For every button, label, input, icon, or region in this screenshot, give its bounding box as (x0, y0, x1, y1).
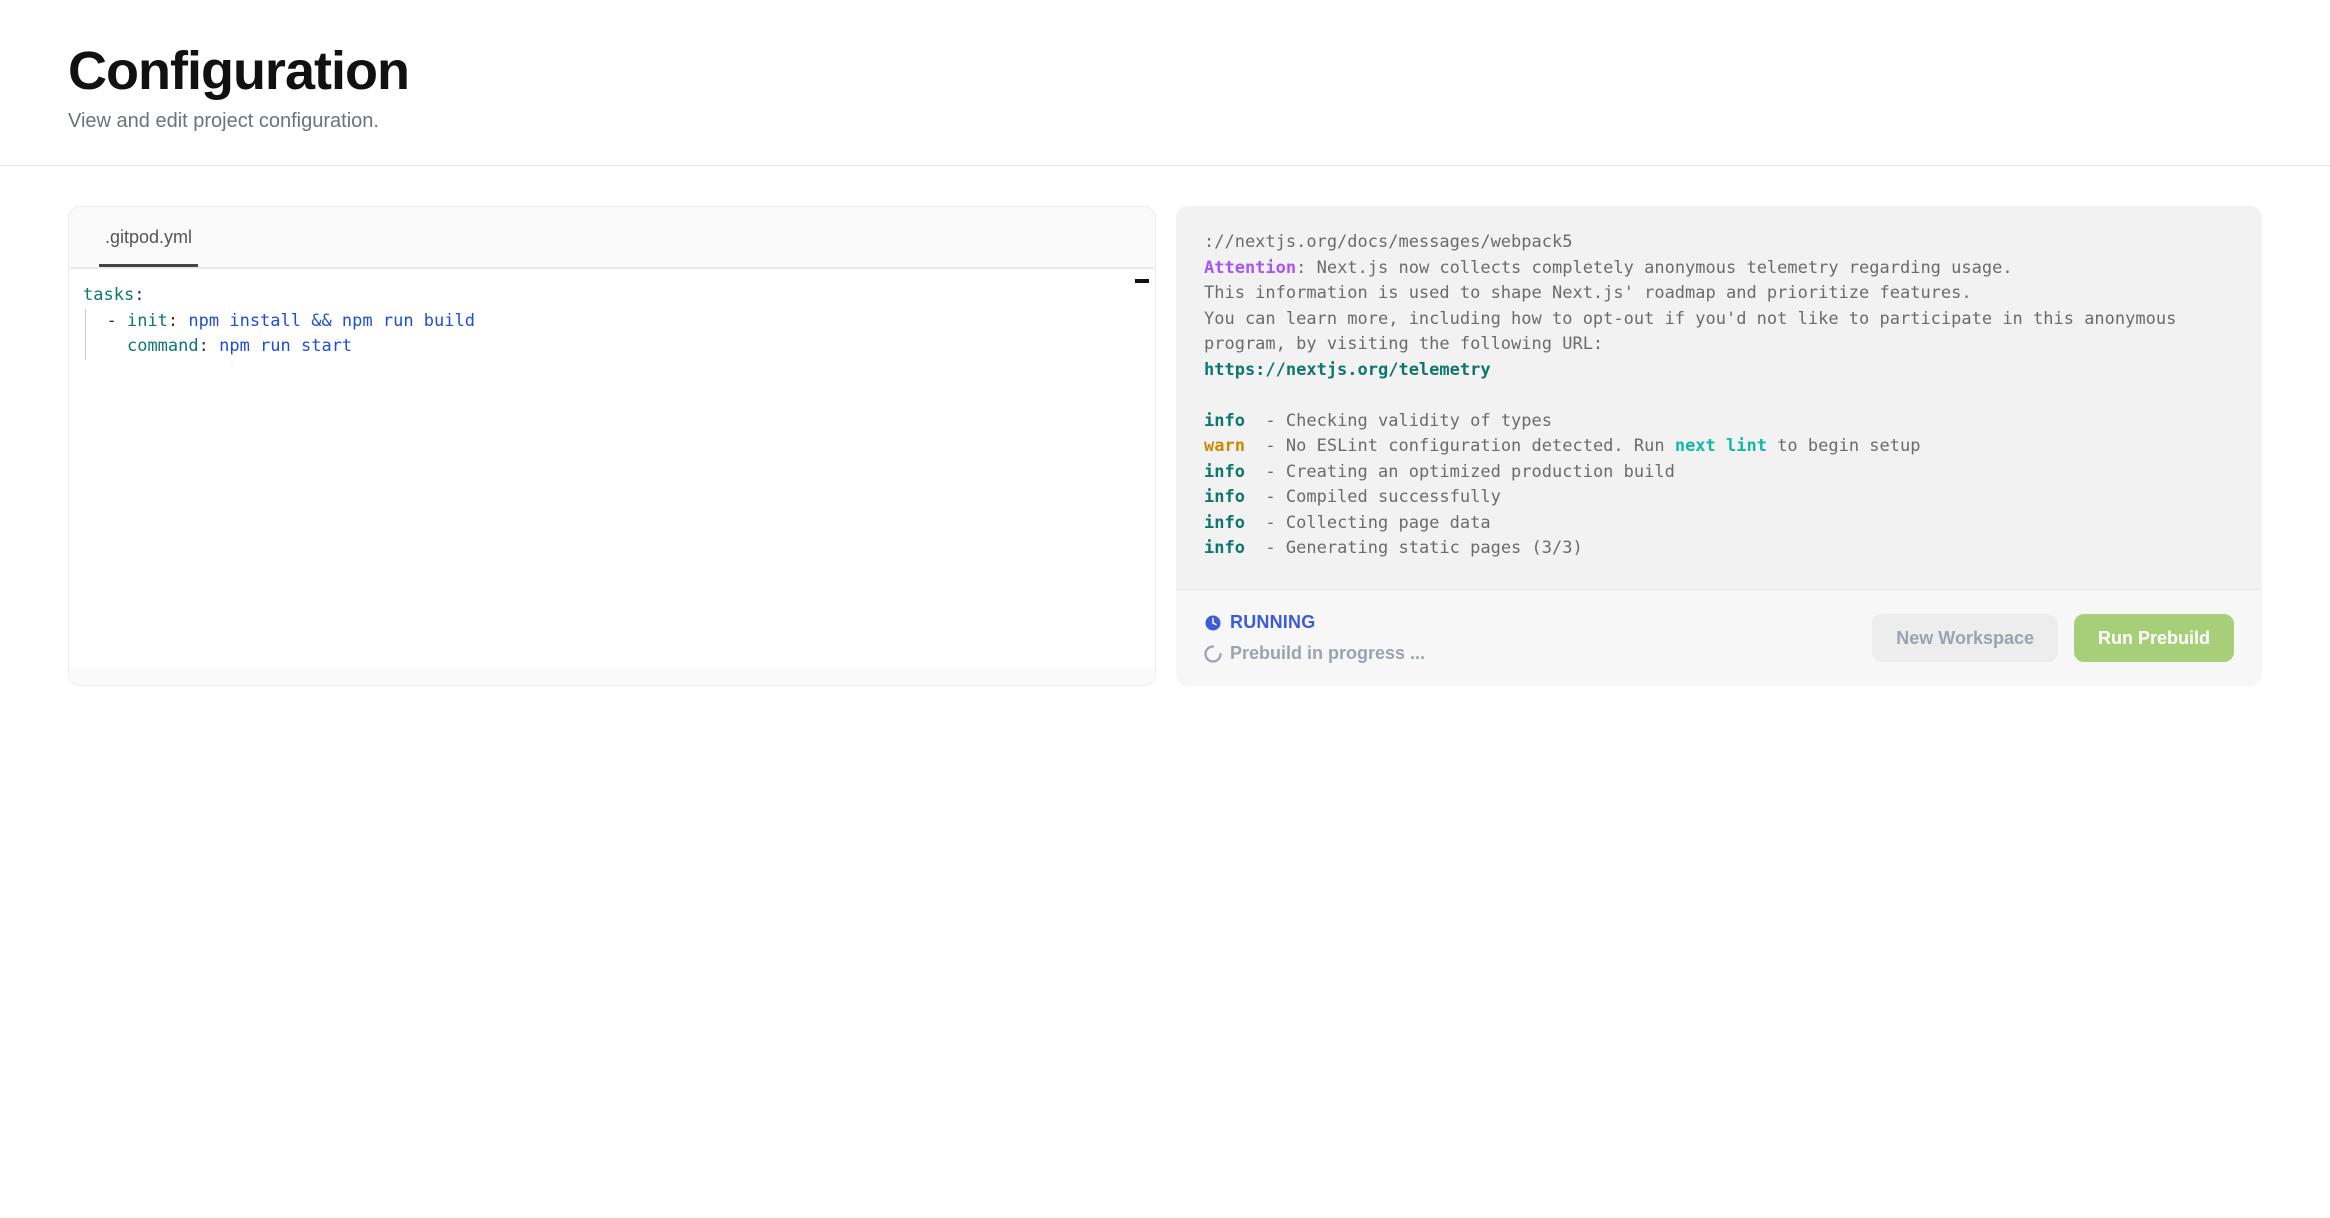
status-running-row: RUNNING (1204, 612, 1425, 633)
log-info-label: info (1204, 513, 1245, 533)
log-line: - Compiled successfully (1245, 487, 1501, 507)
status-running-label: RUNNING (1230, 612, 1315, 633)
content-row: .gitpod.yml tasks: - init: npm install &… (0, 166, 2330, 726)
page-header: Configuration View and edit project conf… (0, 0, 2330, 166)
indent-guide (85, 309, 96, 335)
log-attention-label: Attention (1204, 258, 1296, 278)
log-link-telemetry[interactable]: https://nextjs.org/telemetry (1204, 360, 1491, 380)
log-line: - No ESLint configuration detected. Run (1245, 436, 1675, 456)
spinner-icon (1204, 645, 1222, 663)
editor-body[interactable]: tasks: - init: npm install && npm run bu… (69, 268, 1155, 668)
log-line: : Next.js now collects completely anonym… (1296, 258, 2012, 278)
log-panel: ://nextjs.org/docs/messages/webpack5 Att… (1176, 206, 2262, 686)
editor-cursor-mark (1135, 279, 1149, 283)
yaml-val-command: npm run start (219, 336, 352, 356)
log-line: - Creating an optimized production build (1245, 462, 1675, 482)
yaml-key-tasks: tasks (83, 285, 134, 305)
log-info-label: info (1204, 411, 1245, 431)
log-info-label: info (1204, 538, 1245, 558)
clock-icon (1204, 614, 1222, 632)
status-actions: New Workspace Run Prebuild (1872, 614, 2234, 662)
indent-guide (85, 334, 96, 360)
log-warn-label: warn (1204, 436, 1245, 456)
page-subtitle: View and edit project configuration. (68, 110, 2262, 133)
log-info-label: info (1204, 487, 1245, 507)
tab-gitpod-yml[interactable]: .gitpod.yml (99, 207, 198, 267)
log-line: This information is used to shape Next.j… (1204, 283, 1972, 303)
log-line: You can learn more, including how to opt… (1204, 309, 2187, 355)
run-prebuild-button[interactable]: Run Prebuild (2074, 614, 2234, 662)
build-log[interactable]: ://nextjs.org/docs/messages/webpack5 Att… (1176, 206, 2262, 589)
log-line: ://nextjs.org/docs/messages/webpack5 (1204, 232, 1572, 252)
log-line: - Checking validity of types (1245, 411, 1552, 431)
editor-tabs: .gitpod.yml (69, 207, 1155, 268)
yaml-val-init: npm install && npm run build (188, 311, 475, 331)
yaml-code[interactable]: tasks: - init: npm install && npm run bu… (83, 283, 1141, 360)
status-left: RUNNING Prebuild in progress ... (1204, 612, 1425, 664)
page-title: Configuration (68, 40, 2262, 102)
yaml-key-command: command (127, 336, 199, 356)
yaml-key-init: init (127, 311, 168, 331)
status-substatus-row: Prebuild in progress ... (1204, 643, 1425, 664)
log-line: - Generating static pages (3/3) (1245, 538, 1583, 558)
status-bar: RUNNING Prebuild in progress ... New Wor… (1176, 589, 2262, 686)
editor-panel: .gitpod.yml tasks: - init: npm install &… (68, 206, 1156, 686)
log-info-label: info (1204, 462, 1245, 482)
log-command-next-lint: next lint (1675, 436, 1767, 456)
log-line: to begin setup (1767, 436, 1921, 456)
status-substatus-text: Prebuild in progress ... (1230, 643, 1425, 664)
log-line: - Collecting page data (1245, 513, 1491, 533)
new-workspace-button[interactable]: New Workspace (1872, 614, 2058, 662)
